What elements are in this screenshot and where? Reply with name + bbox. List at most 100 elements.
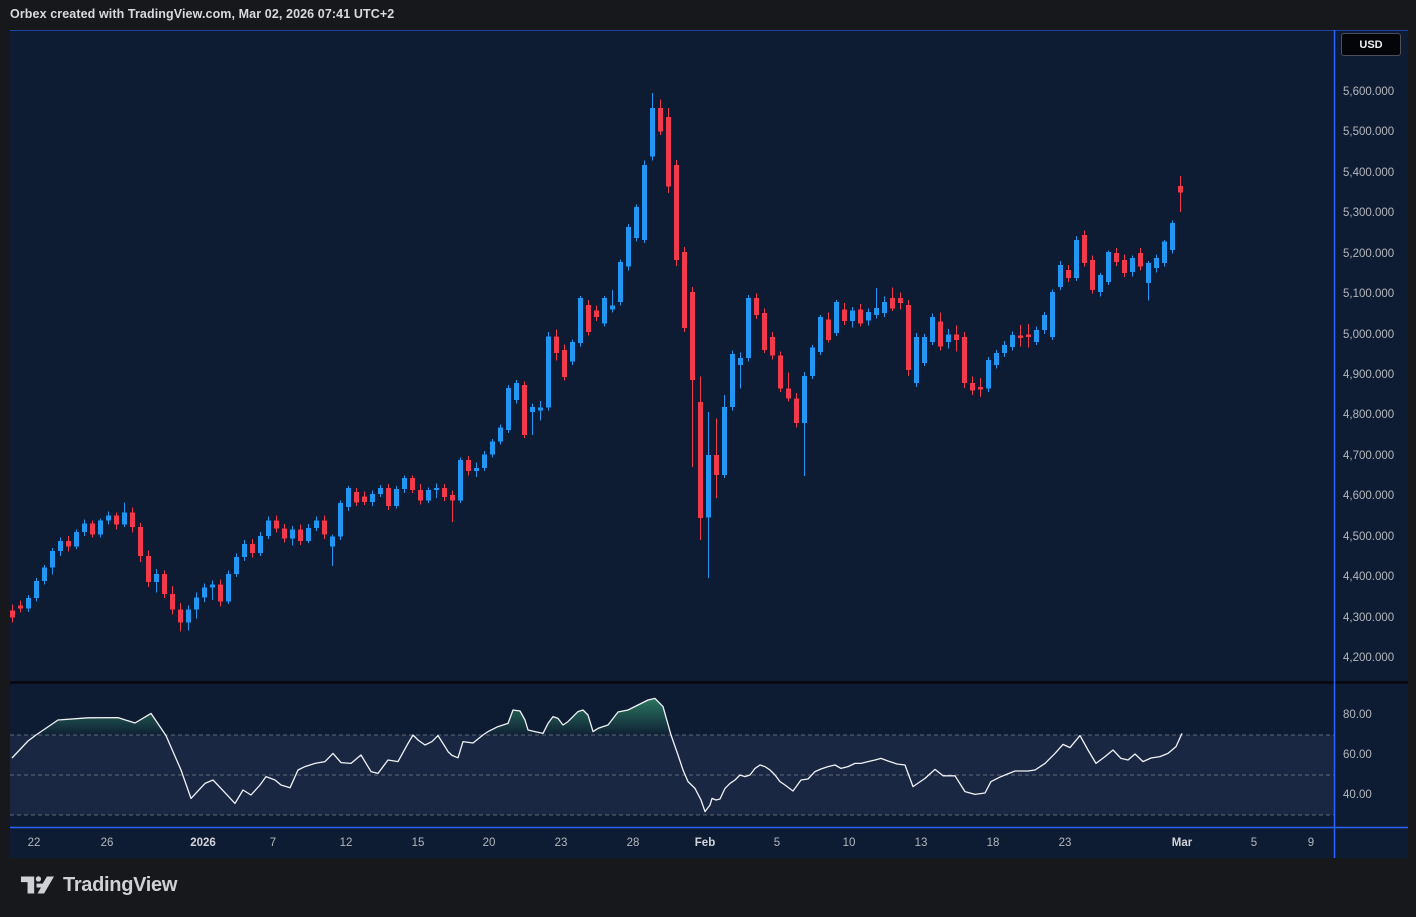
candle-body [738,358,743,365]
candle-body [642,165,647,240]
candle-body [842,310,847,322]
candle-body [1138,253,1143,267]
candle-body [98,521,103,535]
candle-body [298,529,303,540]
candle-body [666,117,671,187]
candle-body [58,541,63,551]
candle-body [138,527,143,556]
time-tick-label: 2026 [190,828,216,858]
candle-body [82,523,87,531]
candle-body [618,262,623,302]
candle-body [10,610,15,617]
candle-body [946,335,951,342]
candle-body [746,298,751,358]
price-tick-label: 5,300.000 [1343,205,1394,221]
candle-body [1122,260,1127,273]
candle-body [274,521,279,529]
time-tick-label: Mar [1172,828,1192,858]
candle-body [562,350,567,377]
candle-body [538,407,543,410]
candle-body [330,537,335,547]
time-tick-label: 26 [101,828,114,858]
chart-canvas[interactable]: 5,600.0005,500.0005,400.0005,300.0005,20… [10,30,1408,858]
candle-body [930,317,935,342]
candle-body [658,108,663,132]
candlestick-and-rsi-chart[interactable] [10,30,1408,858]
candle-body [898,298,903,303]
price-tick-label: 5,500.000 [1343,124,1394,140]
tradingview-logo[interactable]: TradingView [20,873,177,897]
candle-body [154,574,159,582]
candle-body [1066,270,1071,278]
candle-body [890,298,895,308]
candle-body [586,305,591,332]
candle-body [490,442,495,455]
candle-body [1018,335,1023,337]
candle-body [634,207,639,238]
candle-body [1050,292,1055,337]
time-tick-label: 22 [28,828,41,858]
currency-badge[interactable]: USD [1341,33,1401,56]
time-tick-label: 23 [555,828,568,858]
candle-body [194,597,199,609]
candle-body [730,354,735,407]
candle-body [970,383,975,390]
candle-body [410,478,415,490]
candle-body [226,574,231,601]
candle-body [1090,260,1095,290]
candle-body [986,360,991,389]
price-tick-label: 5,100.000 [1343,286,1394,302]
candle-body [722,407,727,475]
candle-body [770,337,775,356]
tradingview-snapshot: Orbex created with TradingView.com, Mar … [0,0,1416,917]
candle-body [122,512,127,524]
candle-body [42,567,47,581]
candle-body [818,317,823,352]
time-tick-label: 5 [774,828,780,858]
price-tick-label: 4,700.000 [1343,448,1394,464]
candle-body [554,337,559,354]
candle-body [906,305,911,370]
price-tick-label: 5,200.000 [1343,246,1394,262]
candle-body [18,605,23,608]
candle-body [682,252,687,328]
candle-body [178,609,183,622]
price-tick-label: 4,400.000 [1343,569,1394,585]
candle-body [162,574,167,594]
candle-body [858,310,863,324]
candle-body [1058,265,1063,287]
time-tick-label: 28 [627,828,640,858]
time-axis[interactable]: 2226202671215202328Feb510131823Mar59 [10,828,1408,858]
candle-body [498,428,503,442]
candle-body [434,488,439,490]
candle-body [1098,275,1103,292]
candle-body [762,313,767,350]
candle-body [850,310,855,321]
candle-body [1106,252,1111,282]
candle-body [282,529,287,539]
price-tick-label: 5,000.000 [1343,327,1394,343]
footer-bar: TradingView [0,858,1416,917]
candle-body [706,455,711,517]
candle-body [754,298,759,315]
candle-body [266,521,271,536]
candle-body [530,407,535,412]
candle-body [1034,330,1039,342]
candle-body [794,398,799,423]
time-tick-label: 10 [843,828,856,858]
candle-body [978,387,983,389]
rsi-tick-label: 40.00 [1343,787,1372,803]
candle-body [522,385,527,435]
candle-body [106,516,111,521]
candle-body [1114,253,1119,262]
candle-body [250,544,255,553]
candle-body [346,488,351,507]
candle-body [786,389,791,399]
candle-body [442,488,447,497]
candle-body [866,312,871,320]
candle-body [258,536,263,553]
candle-body [402,478,407,489]
candle-body [1154,258,1159,268]
candle-body [146,556,151,582]
candle-body [1178,186,1183,192]
